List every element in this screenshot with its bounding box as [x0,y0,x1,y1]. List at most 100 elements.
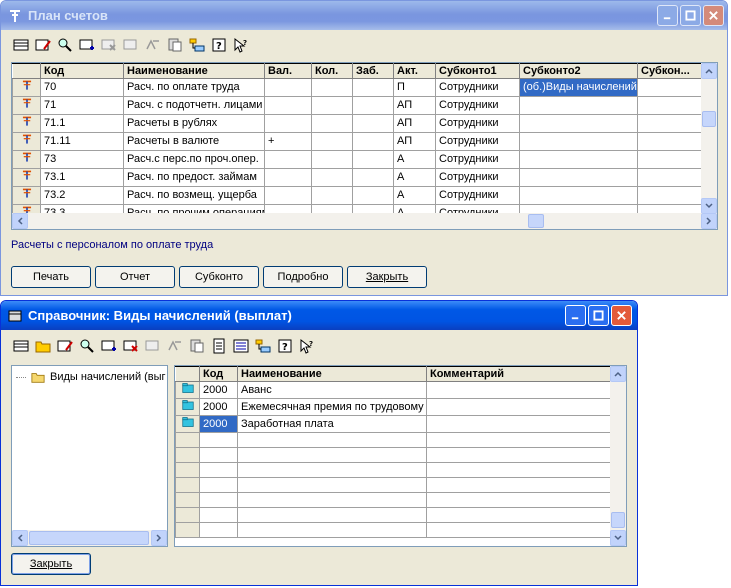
table-cell[interactable]: А [393,150,436,169]
ref-close-button[interactable]: Закрыть [11,553,91,575]
report-button[interactable]: Отчет [95,266,175,288]
ref-close-window-button[interactable] [611,305,632,326]
table-row[interactable]: 73.2 Расч. по возмещ. ущерба А Сотрудники [12,186,703,205]
table-row[interactable]: 2000 Ежемесячная премия по трудовому [175,398,612,416]
table-cell[interactable] [264,168,312,187]
scroll-down-button[interactable] [701,198,717,214]
help-button[interactable]: ? [209,35,229,55]
table-cell[interactable] [637,186,703,205]
column-header[interactable]: Субкон... [637,63,703,79]
table-cell[interactable]: Аванс [237,381,427,399]
column-header[interactable]: Кол. [311,63,353,79]
scroll-right-button[interactable] [701,213,717,229]
reference-titlebar[interactable]: Справочник: Виды начислений (выплат) [1,301,637,330]
table-cell[interactable]: Ежемесячная премия по трудовому [237,398,427,416]
table-row[interactable]: 71 Расч. с подотчетн. лицами АП Сотрудники [12,96,703,115]
table-cell[interactable]: Расч. с подотчетн. лицами [123,96,265,115]
table-cell[interactable]: Сотрудники [435,132,520,151]
hierarchy-button[interactable] [187,35,207,55]
table-cell[interactable]: Сотрудники [435,186,520,205]
maximize-button[interactable] [680,5,701,26]
table-cell[interactable]: Сотрудники [435,168,520,187]
table-cell[interactable] [264,96,312,115]
table-cell[interactable] [311,168,353,187]
table-cell[interactable] [519,186,638,205]
table-cell[interactable] [637,78,703,97]
table-cell[interactable] [519,150,638,169]
table-cell[interactable] [264,114,312,133]
column-header[interactable]: Субконто2 [519,63,638,79]
details-button[interactable]: Подробно [263,266,343,288]
edit-item-button[interactable] [33,35,53,55]
new-item-button[interactable] [11,336,31,356]
table-cell[interactable]: Расчеты в рублях [123,114,265,133]
table-cell[interactable]: Заработная плата [237,415,427,433]
table-cell[interactable]: Сотрудники [435,114,520,133]
table-cell[interactable] [637,96,703,115]
scroll-left-button[interactable] [12,213,28,229]
table-cell[interactable] [264,150,312,169]
help-button[interactable]: ? [275,336,295,356]
table-cell[interactable] [311,78,353,97]
tree-hscroll[interactable] [12,530,167,546]
table-cell[interactable] [637,150,703,169]
find-button[interactable] [55,35,75,55]
table-row[interactable]: 71.11 Расчеты в валюте + АП Сотрудники [12,132,703,151]
table-cell[interactable]: А [393,168,436,187]
clipboard-button[interactable] [165,35,185,55]
table-cell[interactable] [311,114,353,133]
minimize-button[interactable] [657,5,678,26]
column-header[interactable]: Код [40,63,124,79]
hierarchy-button[interactable] [253,336,273,356]
table-row[interactable]: 70 Расч. по оплате труда П Сотрудники (об.)В… [12,78,703,97]
table-cell[interactable]: АП [393,114,436,133]
table-cell[interactable]: 73 [40,150,124,169]
hscroll-thumb[interactable] [528,214,544,228]
context-help-button[interactable]: ? [231,35,251,55]
table-cell[interactable]: + [264,132,312,151]
table-cell[interactable]: 71.1 [40,114,124,133]
table-cell[interactable] [264,78,312,97]
table-cell[interactable] [637,114,703,133]
table-cell[interactable] [519,168,638,187]
scroll-right-button[interactable] [151,530,167,546]
table-row[interactable]: 71.1 Расчеты в рублях АП Сотрудники [12,114,703,133]
column-header[interactable]: Заб. [352,63,394,79]
find-button[interactable] [77,336,97,356]
close-window-button[interactable] [703,5,724,26]
table-cell[interactable]: 73.1 [40,168,124,187]
groups-tree[interactable]: Виды начислений (выг [11,365,168,547]
list-view-button[interactable] [231,336,251,356]
table-cell[interactable]: Сотрудники [435,96,520,115]
table-cell[interactable] [311,96,353,115]
table-cell[interactable]: 71.11 [40,132,124,151]
table-cell[interactable] [352,168,394,187]
ref-maximize-button[interactable] [588,305,609,326]
table-cell[interactable]: АП [393,96,436,115]
table-cell[interactable] [426,415,612,433]
table-cell[interactable]: А [393,186,436,205]
scroll-up-button[interactable] [701,63,717,79]
new-folder-button[interactable] [33,336,53,356]
document-button[interactable] [209,336,229,356]
table-cell[interactable]: Расч. по предост. займам [123,168,265,187]
ref-minimize-button[interactable] [565,305,586,326]
scroll-up-button[interactable] [610,366,626,382]
subconto-button[interactable]: Субконто [179,266,259,288]
table-cell[interactable]: 2000 [199,381,238,399]
charges-vscroll[interactable] [610,366,626,546]
new-item-button[interactable] [11,35,31,55]
table-cell[interactable]: Сотрудники [435,150,520,169]
table-cell[interactable]: Расчеты в валюте [123,132,265,151]
table-cell[interactable]: АП [393,132,436,151]
table-cell[interactable]: 70 [40,78,124,97]
clipboard-button[interactable] [187,336,207,356]
table-cell[interactable] [637,132,703,151]
table-cell[interactable] [352,150,394,169]
table-cell[interactable] [311,150,353,169]
table-cell[interactable]: Расч.с перс.по проч.опер. [123,150,265,169]
table-cell[interactable] [264,186,312,205]
table-cell[interactable] [426,398,612,416]
accounts-table[interactable]: Код Наименование Вал. Кол. Заб. Акт. Субконто1… [11,62,718,230]
column-header[interactable]: Наименование [123,63,265,79]
